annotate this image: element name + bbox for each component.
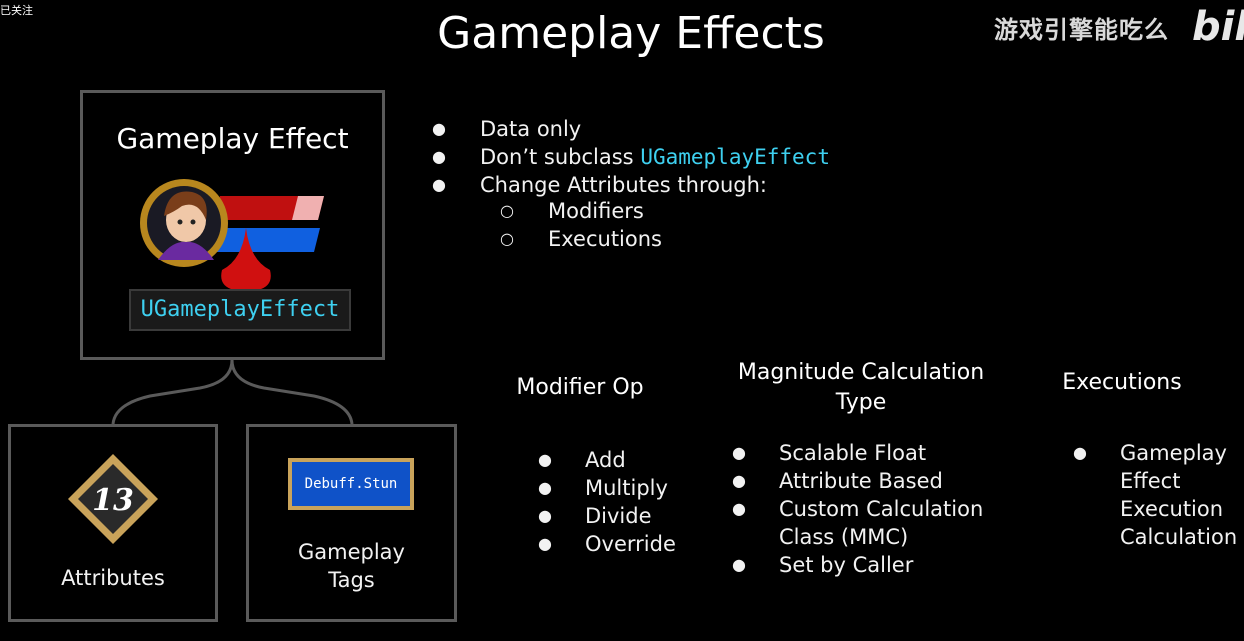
magnitude-heading-line2: Type [835, 390, 887, 415]
health-bar-icon [214, 196, 324, 220]
list-item: Divide [538, 502, 676, 530]
ugameplayeffect-class-badge: UGameplayEffect [129, 289, 351, 331]
executions-heading: Executions [1062, 370, 1182, 395]
list-item: Custom Calculation Class (MMC) [732, 495, 1002, 551]
modifier-op-list: Add Multiply Divide Override [538, 446, 676, 558]
magnitude-calculation-heading: Magnitude Calculation Type [725, 358, 997, 418]
list-item: Don’t subclass UGameplayEffect [432, 143, 830, 171]
data-only-text: Data only [480, 117, 582, 141]
change-attributes-text: Change Attributes through: [480, 173, 768, 197]
exec-line1: Gameplay [1120, 441, 1227, 465]
effect-properties-list: Data only Don’t subclass UGameplayEffect… [432, 115, 830, 199]
tags-label-line1: Gameplay [298, 540, 405, 564]
attribute-diamond-icon: 13 [68, 454, 158, 544]
list-item: Add [538, 446, 676, 474]
executions-list: Gameplay Effect Execution Calculation [1073, 439, 1243, 551]
list-item: Set by Caller [732, 551, 1002, 579]
list-item: Executions [500, 225, 662, 253]
list-item: Modifiers [500, 197, 662, 225]
character-portrait-icon [140, 179, 228, 267]
attribute-value: 13 [92, 483, 134, 518]
list-item: Scalable Float [732, 439, 1002, 467]
subclass-text: Don’t subclass [480, 145, 641, 169]
modifiers-text: Modifiers [548, 199, 644, 223]
list-item: Gameplay Effect Execution Calculation [1073, 439, 1243, 551]
list-item: Multiply [538, 474, 676, 502]
magnitude-heading-line1: Magnitude Calculation [737, 360, 985, 385]
gameplay-effect-illustration [140, 179, 324, 290]
magnitude-calculation-list: Scalable Float Attribute Based Custom Ca… [732, 439, 1002, 579]
exec-line3: Execution [1120, 497, 1224, 521]
executions-text: Executions [548, 227, 662, 251]
list-item: Override [538, 530, 676, 558]
attributes-label: Attributes [61, 566, 165, 590]
list-item: Change Attributes through: [432, 171, 830, 199]
debuff-stun-tag: Debuff.Stun [288, 458, 414, 510]
exec-line2: Effect [1120, 469, 1181, 493]
tags-label-line2: Tags [328, 568, 375, 592]
change-methods-sublist: Modifiers Executions [500, 197, 662, 253]
modifier-op-heading: Modifier Op [516, 375, 644, 400]
mana-bar-icon [214, 228, 320, 252]
list-item: Data only [432, 115, 830, 143]
exec-line4: Calculation [1120, 525, 1238, 549]
ugameplayeffect-code: UGameplayEffect [640, 145, 830, 169]
gameplay-tags-label: Gameplay Tags [246, 538, 457, 594]
mmc-line2: Class (MMC) [779, 525, 909, 549]
mmc-line1: Custom Calculation [779, 497, 984, 521]
gameplay-effect-title: Gameplay Effect [116, 122, 349, 155]
list-item: Attribute Based [732, 467, 1002, 495]
